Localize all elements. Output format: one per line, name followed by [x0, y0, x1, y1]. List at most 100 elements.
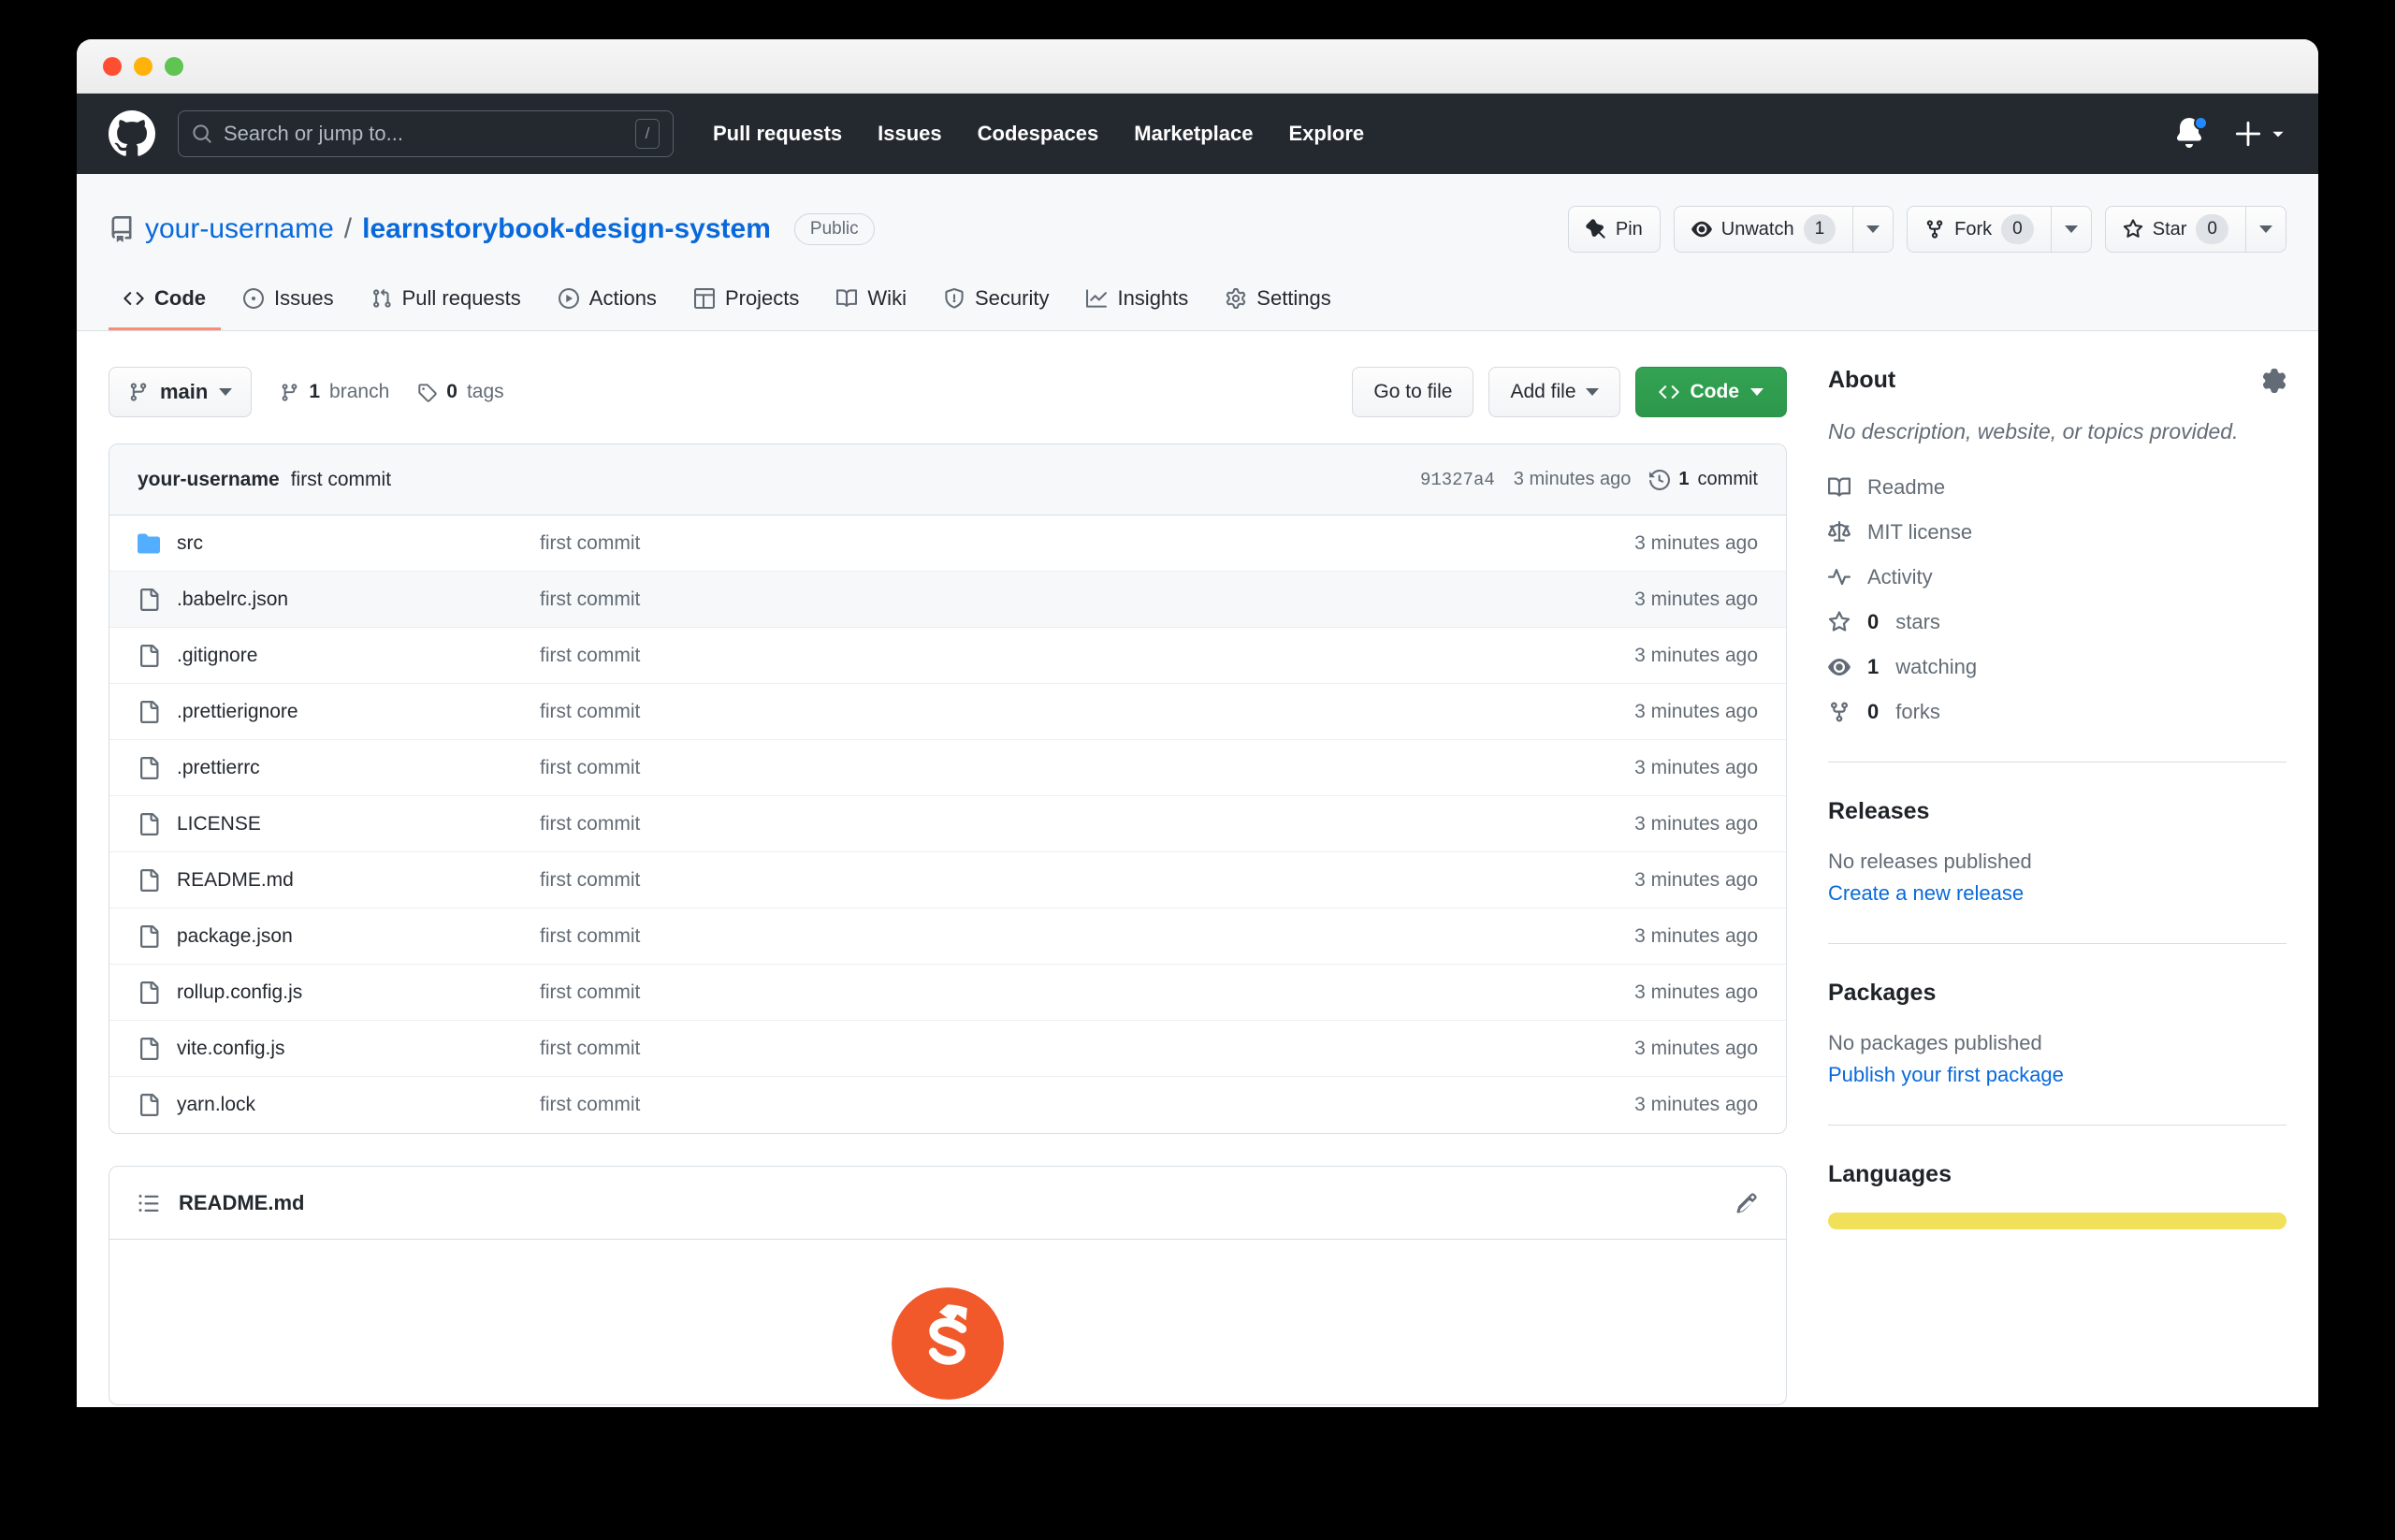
breadcrumb-repo-link[interactable]: learnstorybook-design-system	[362, 213, 771, 245]
branch-selector[interactable]: main	[109, 367, 253, 417]
file-commit-message[interactable]: first commit	[540, 1094, 1634, 1116]
tab-pull-requests[interactable]: Pull requests	[356, 277, 536, 330]
table-row[interactable]: package.json first commit 3 minutes ago	[109, 908, 1786, 965]
publish-package-link[interactable]: Publish your first package	[1828, 1063, 2064, 1087]
issue-opened-icon	[243, 288, 264, 309]
file-commit-message[interactable]: first commit	[540, 532, 1634, 555]
table-row[interactable]: .gitignore first commit 3 minutes ago	[109, 628, 1786, 684]
file-name[interactable]: .prettierignore	[177, 701, 298, 723]
star-dropdown-button[interactable]	[2245, 206, 2286, 253]
file-name[interactable]: vite.config.js	[177, 1038, 285, 1060]
table-row[interactable]: yarn.lock first commit 3 minutes ago	[109, 1077, 1786, 1133]
file-name[interactable]: package.json	[177, 925, 293, 948]
file-name[interactable]: README.md	[177, 869, 294, 892]
file-commit-message[interactable]: first commit	[540, 701, 1634, 723]
about-stars-link[interactable]: 0 stars	[1828, 610, 2286, 634]
about-watching-link[interactable]: 1 watching	[1828, 655, 2286, 679]
fork-dropdown-button[interactable]	[2050, 206, 2092, 253]
tab-code[interactable]: Code	[109, 277, 221, 330]
about-forks-value: 0	[1867, 700, 1880, 724]
table-row[interactable]: README.md first commit 3 minutes ago	[109, 852, 1786, 908]
file-commit-message[interactable]: first commit	[540, 645, 1634, 667]
table-row[interactable]: .babelrc.json first commit 3 minutes ago	[109, 572, 1786, 628]
file-commit-message[interactable]: first commit	[540, 981, 1634, 1004]
about-forks-link[interactable]: 0 forks	[1828, 700, 2286, 724]
file-name[interactable]: yarn.lock	[177, 1094, 255, 1116]
pin-icon	[1586, 219, 1606, 240]
github-mark-icon[interactable]	[109, 110, 155, 157]
file-name-cell: .gitignore	[138, 644, 540, 667]
breadcrumb-owner-link[interactable]: your-username	[145, 213, 334, 245]
create-release-link[interactable]: Create a new release	[1828, 881, 2024, 906]
file-commit-time: 3 minutes ago	[1634, 644, 1758, 666]
file-commit-message[interactable]: first commit	[540, 1038, 1634, 1060]
commit-sha[interactable]: 91327a4	[1420, 470, 1495, 490]
readme-title: README.md	[179, 1190, 305, 1214]
zoom-button[interactable]	[165, 56, 183, 76]
tab-issues[interactable]: Issues	[228, 277, 349, 330]
about-activity-link[interactable]: Activity	[1828, 565, 2286, 589]
tab-projects[interactable]: Projects	[679, 277, 814, 330]
notifications-button[interactable]	[2174, 116, 2208, 150]
tag-count[interactable]: 0 tags	[417, 381, 504, 403]
nav-explore[interactable]: Explore	[1288, 122, 1364, 146]
file-commit-message[interactable]: first commit	[540, 925, 1634, 948]
file-commit-message[interactable]: first commit	[540, 757, 1634, 779]
star-button[interactable]: Star 0	[2104, 206, 2245, 253]
tab-actions[interactable]: Actions	[544, 277, 672, 330]
gear-icon[interactable]	[2262, 368, 2286, 393]
file-commit-time: 3 minutes ago	[1634, 812, 1758, 835]
watch-dropdown-button[interactable]	[1852, 206, 1894, 253]
pencil-icon[interactable]	[1735, 1192, 1758, 1214]
table-row[interactable]: LICENSE first commit 3 minutes ago	[109, 796, 1786, 852]
file-commit-message[interactable]: first commit	[540, 813, 1634, 835]
file-name[interactable]: .gitignore	[177, 645, 257, 667]
file-name[interactable]: .babelrc.json	[177, 588, 288, 611]
fork-button[interactable]: Fork 0	[1907, 206, 2051, 253]
about-readme-link[interactable]: Readme	[1828, 475, 2286, 500]
nav-codespaces[interactable]: Codespaces	[978, 122, 1099, 146]
table-row[interactable]: rollup.config.js first commit 3 minutes …	[109, 965, 1786, 1021]
close-button[interactable]	[103, 56, 122, 76]
go-to-file-button[interactable]: Go to file	[1352, 367, 1474, 417]
pin-button[interactable]: Pin	[1567, 206, 1661, 253]
nav-pull-requests[interactable]: Pull requests	[713, 122, 842, 146]
tab-security[interactable]: Security	[929, 277, 1064, 330]
file-name[interactable]: src	[177, 532, 203, 555]
code-icon	[123, 288, 144, 309]
list-unordered-icon[interactable]	[138, 1192, 160, 1214]
file-commit-message[interactable]: first commit	[540, 588, 1634, 611]
file-name[interactable]: LICENSE	[177, 813, 261, 835]
minimize-button[interactable]	[134, 56, 152, 76]
commit-count-link[interactable]: 1 commit	[1649, 469, 1758, 490]
file-name[interactable]: rollup.config.js	[177, 981, 302, 1004]
tab-wiki[interactable]: Wiki	[821, 277, 922, 330]
add-file-button[interactable]: Add file	[1488, 367, 1620, 417]
commit-author[interactable]: your-username	[138, 469, 280, 491]
nav-issues[interactable]: Issues	[878, 122, 942, 146]
tab-settings[interactable]: Settings	[1211, 277, 1346, 330]
tab-settings-label: Settings	[1256, 286, 1331, 310]
table-row[interactable]: vite.config.js first commit 3 minutes ag…	[109, 1021, 1786, 1077]
create-new-button[interactable]	[2234, 120, 2286, 148]
about-meta-list: Readme MIT license Activity 0 stars 1 wa…	[1828, 475, 2286, 724]
table-row[interactable]: .prettierrc first commit 3 minutes ago	[109, 740, 1786, 796]
commit-message[interactable]: first commit	[291, 469, 391, 491]
file-name-cell: LICENSE	[138, 812, 540, 835]
unwatch-button[interactable]: Unwatch 1	[1673, 206, 1853, 253]
file-browser: your-username first commit 91327a4 3 min…	[109, 443, 1787, 1134]
file-commit-message[interactable]: first commit	[540, 869, 1634, 892]
nav-marketplace[interactable]: Marketplace	[1134, 122, 1253, 146]
git-pull-request-icon	[371, 288, 392, 309]
file-name[interactable]: .prettierrc	[177, 757, 260, 779]
languages-title: Languages	[1828, 1161, 1952, 1188]
about-license-link[interactable]: MIT license	[1828, 520, 2286, 545]
table-row[interactable]: .prettierignore first commit 3 minutes a…	[109, 684, 1786, 740]
table-row[interactable]: src first commit 3 minutes ago	[109, 516, 1786, 572]
branch-count[interactable]: 1 branch	[280, 381, 389, 403]
tab-insights[interactable]: Insights	[1071, 277, 1203, 330]
search-input[interactable]: Search or jump to... /	[178, 110, 674, 157]
code-button[interactable]: Code	[1634, 367, 1787, 417]
file-icon	[138, 981, 160, 1004]
star-icon	[1828, 611, 1851, 633]
